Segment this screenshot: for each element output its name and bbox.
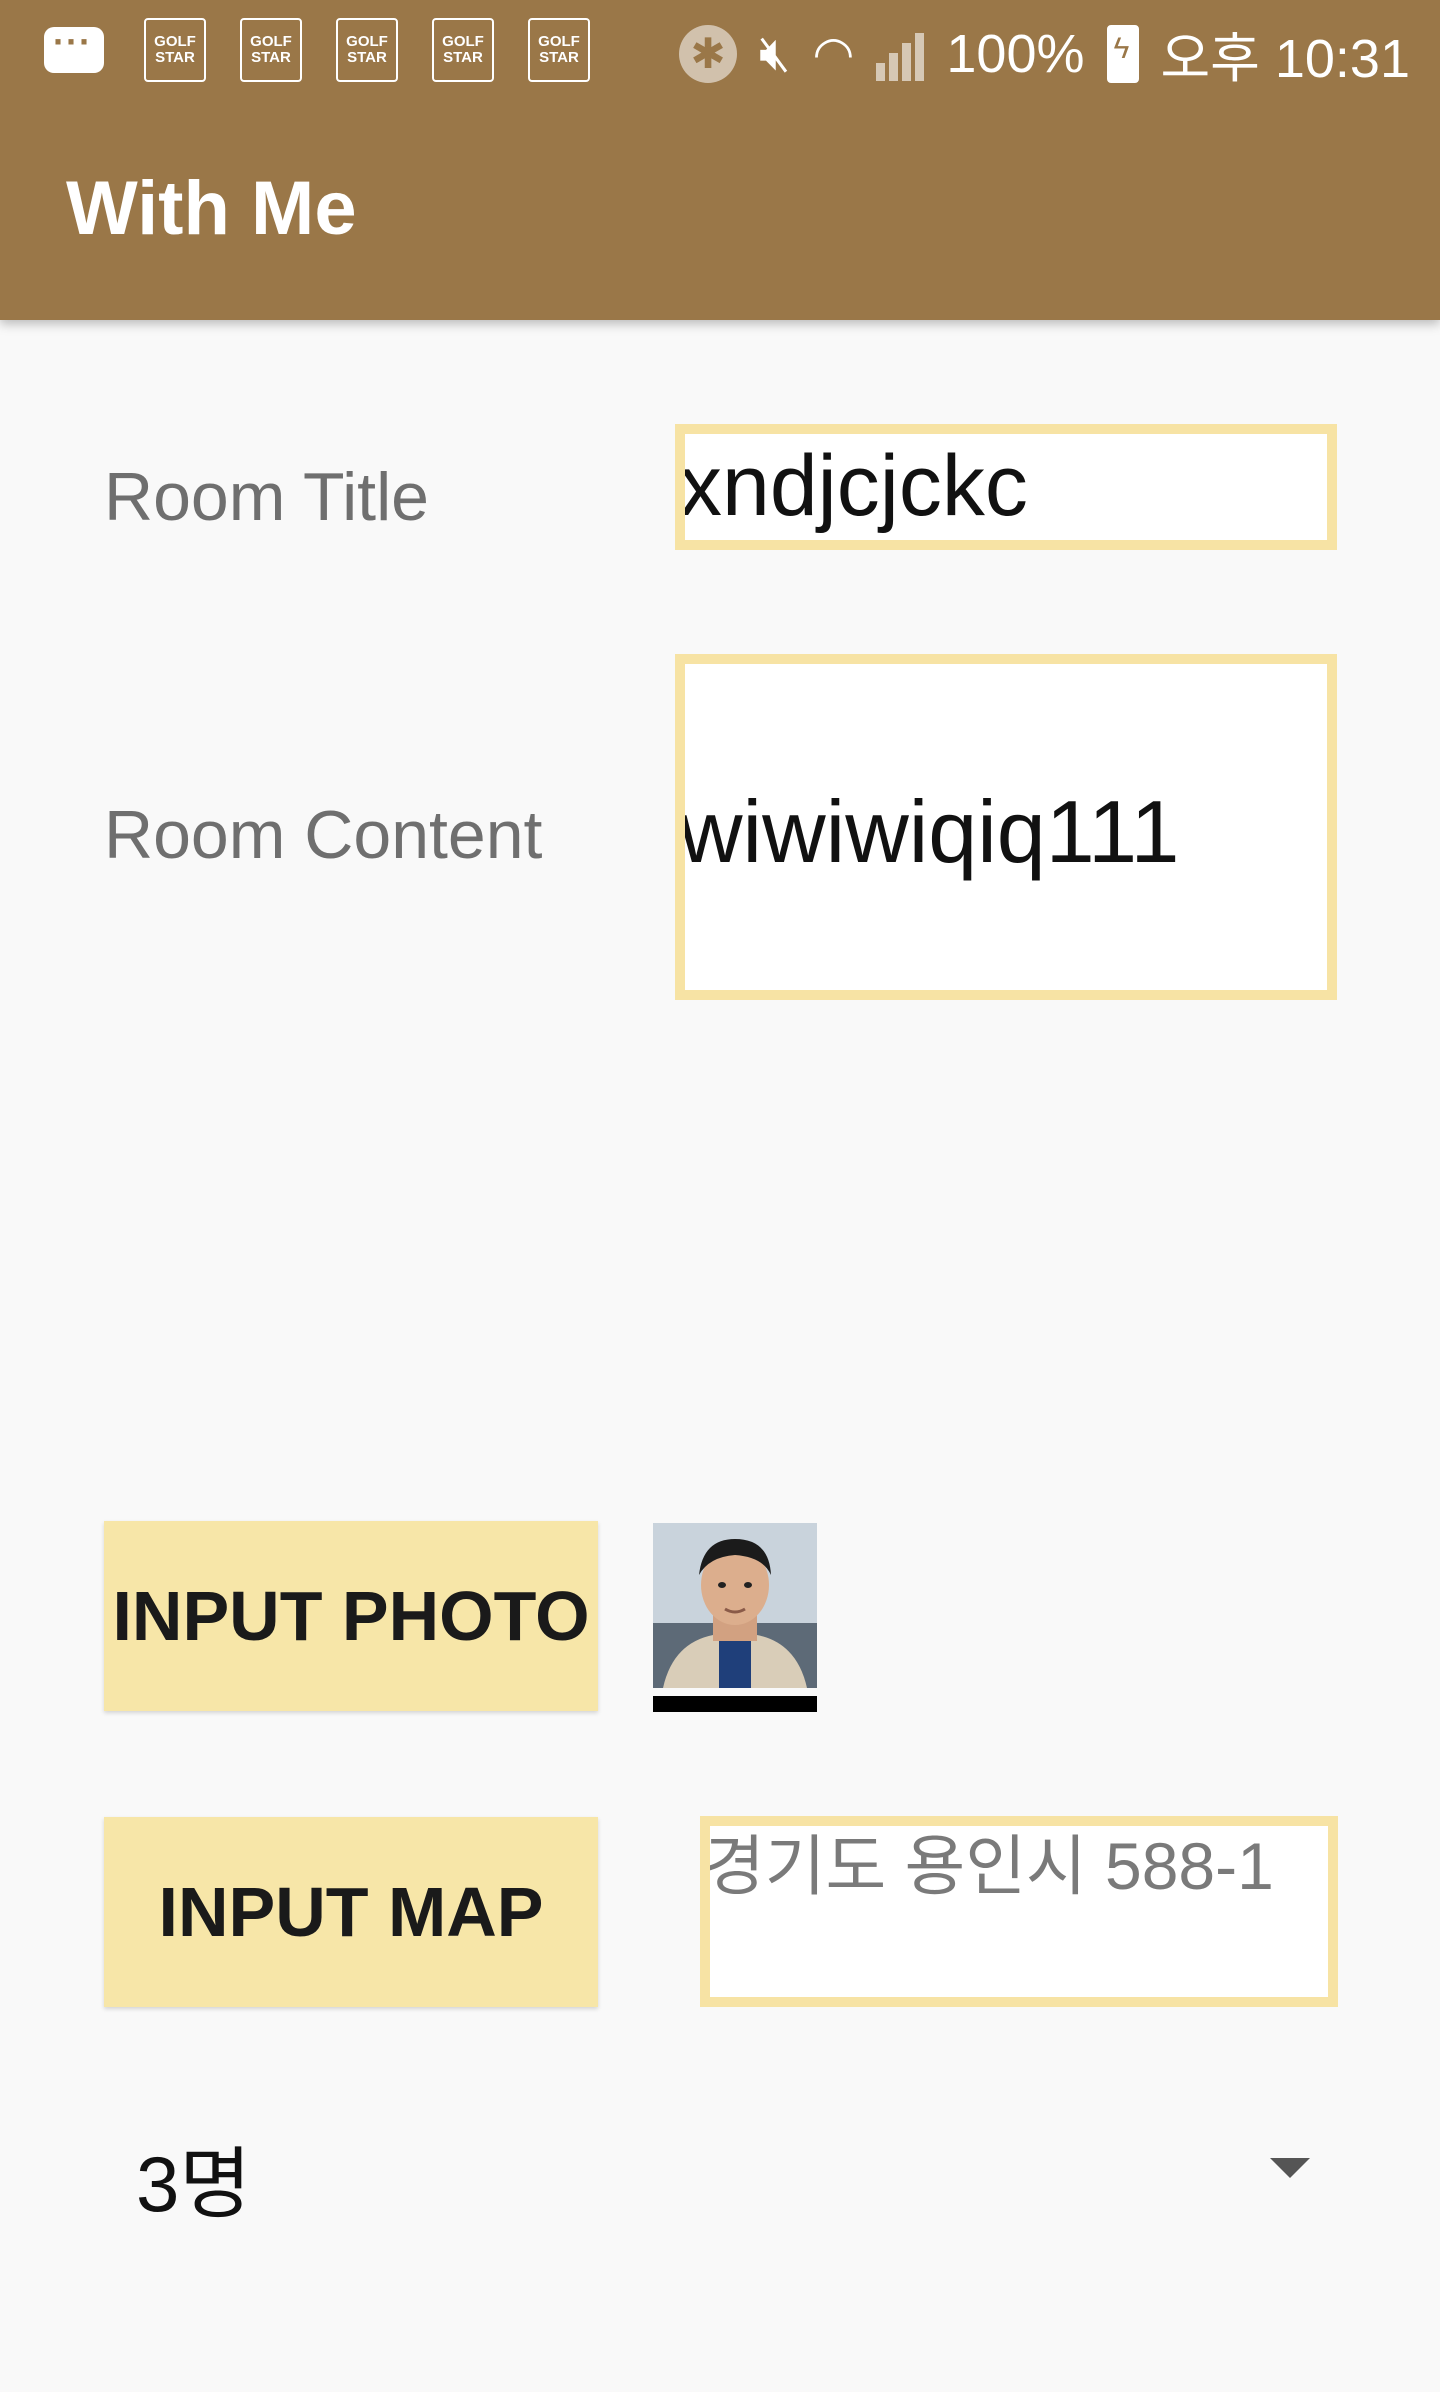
golf-star-icon: GOLF STAR: [336, 18, 398, 82]
dropdown-arrow-icon[interactable]: [1270, 2158, 1310, 2178]
bluetooth-icon: ✱: [678, 24, 737, 83]
battery-percent: 100%: [946, 23, 1085, 84]
input-photo-button[interactable]: INPUT PHOTO: [104, 1521, 598, 1711]
battery-icon: [1106, 24, 1139, 83]
profile-photo[interactable]: [653, 1523, 817, 1688]
address-value: 경기도 용인시 588-1: [704, 1829, 1274, 1903]
room-content-value: wiwiwiqiq111: [679, 782, 1180, 881]
wifi-icon: ◠: [812, 27, 855, 81]
people-count-value: 3명: [136, 2140, 252, 2228]
address-field[interactable]: 경기도 용인시 588-1: [700, 1816, 1338, 2007]
page-title: With Me: [66, 166, 357, 251]
golf-star-icon: GOLF STAR: [240, 18, 302, 82]
room-content-label: Room Content: [104, 797, 543, 873]
room-title-input[interactable]: xndjcjckc: [675, 424, 1337, 550]
chat-icon: [44, 21, 104, 73]
status-time: 오후 10:31: [1160, 29, 1411, 89]
golf-star-icon: GOLF STAR: [144, 18, 206, 82]
golf-star-icon: GOLF STAR: [432, 18, 494, 82]
signal-icon: [876, 27, 925, 81]
golf-star-icon: GOLF STAR: [528, 18, 590, 82]
room-title-value: xndjcjckc: [679, 438, 1028, 534]
room-title-label: Room Title: [104, 459, 429, 535]
mute-icon: 🔇︎: [758, 25, 791, 81]
photo-underline: [653, 1696, 817, 1712]
status-bar: GOLF STAR GOLF STAR GOLF STAR GOLF STAR …: [0, 0, 1440, 100]
room-content-input[interactable]: wiwiwiqiq111: [675, 654, 1337, 1000]
people-count-dropdown[interactable]: [104, 2080, 1338, 2260]
person-photo-icon: [653, 1523, 817, 1688]
input-map-button[interactable]: INPUT MAP: [104, 1817, 598, 2007]
app-bar: GOLF STAR GOLF STAR GOLF STAR GOLF STAR …: [0, 0, 1440, 320]
